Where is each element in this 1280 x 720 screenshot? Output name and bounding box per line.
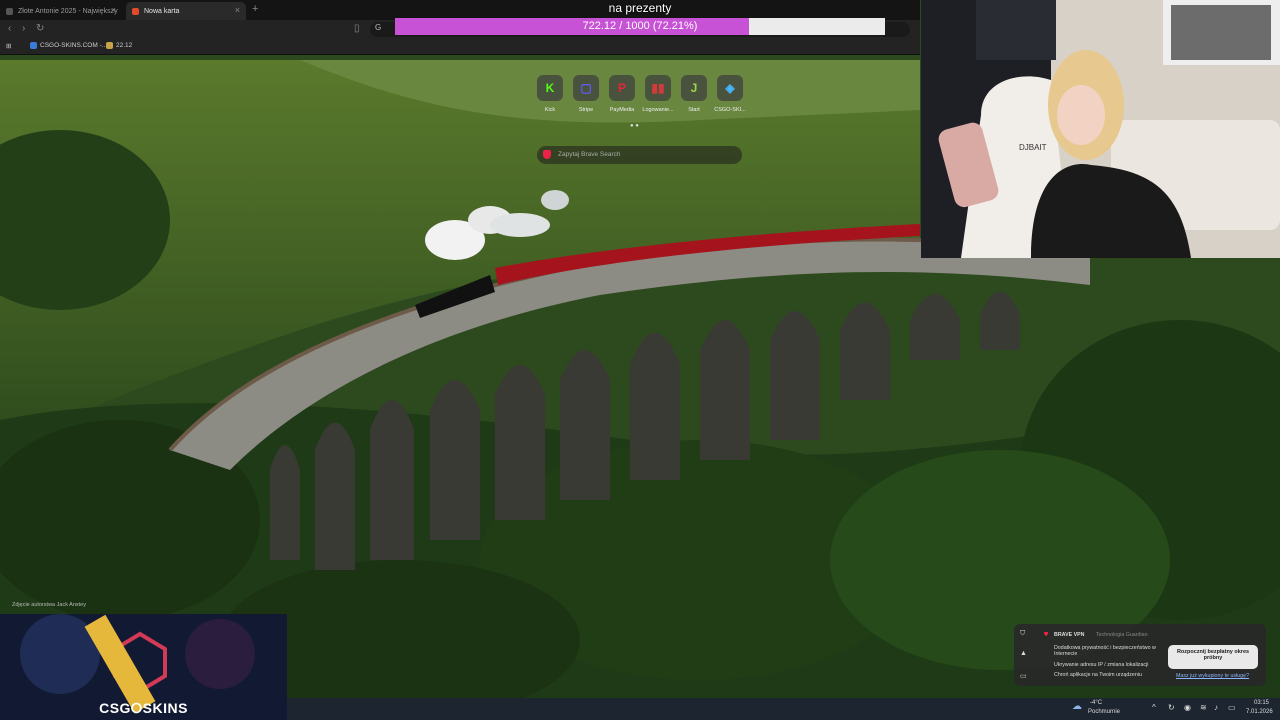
tab-new-tab[interactable]: Nowa karta ×	[126, 2, 246, 20]
weather-temp: -4°C	[1090, 700, 1103, 706]
speed-dial-label: Logowanie...	[642, 107, 674, 113]
tab-label: Złote Antonie 2025 - Największy	[18, 7, 118, 15]
speed-dial-tile[interactable]: J	[681, 75, 707, 101]
vpn-subtitle: Technologia Guardian	[1096, 632, 1148, 638]
webcam-feed: DJBAIT	[921, 0, 1280, 258]
clock-date[interactable]: 7.01.2026	[1246, 709, 1273, 715]
brave-icon	[132, 7, 139, 15]
brave-vpn-icon: ⛊	[1044, 632, 1048, 638]
speed-dial-tile[interactable]: K	[537, 75, 563, 101]
reload-icon[interactable]: ↻	[36, 23, 44, 34]
clock-time[interactable]: 03:15	[1254, 700, 1269, 706]
goal-progress-text: 722.12 / 1000 (72.21%)	[582, 20, 698, 32]
vpn-feature-1: Dodatkowa prywatność i bezpieczeństwo w …	[1054, 645, 1156, 657]
browser-tab-strip: Złote Antonie 2025 - Największy × Nowa k…	[0, 0, 920, 20]
speed-dial-label: Kick	[544, 107, 556, 113]
back-arrow-icon[interactable]: ‹	[8, 23, 11, 34]
vpn-feature-3: Chroń aplikacje na Twoim urządzeniu	[1054, 672, 1142, 678]
search-engine-icon: G	[375, 23, 382, 32]
speed-dial-tile[interactable]: ◈	[717, 75, 743, 101]
bookmarks-bar: ⊞ CSGO-SKINS.COM -... 22.12	[0, 40, 920, 55]
vpn-title: BRAVE VPN	[1054, 632, 1085, 638]
forward-arrow-icon[interactable]: ›	[22, 23, 25, 34]
stripe-icon: ▢	[580, 81, 592, 95]
kick-icon: K	[545, 81, 555, 95]
csgo-favicon-icon	[30, 42, 37, 49]
bookmark-icon[interactable]: ▯	[354, 23, 360, 34]
sync-icon[interactable]: ↻	[1168, 703, 1175, 712]
wifi-icon[interactable]: ≋	[1200, 703, 1207, 712]
bookmark-22-12[interactable]: 22.12	[106, 42, 132, 49]
csgo-icon: ◈	[725, 81, 735, 95]
bookmark-label: 22.12	[116, 42, 133, 49]
speed-dial-label: Start	[688, 107, 700, 113]
tab-label: Nowa karta	[144, 7, 180, 15]
bookmark-label: CSGO-SKINS.COM -...	[40, 42, 108, 49]
goal-title: na prezenty	[608, 1, 672, 15]
goal-progress-bar: 722.12 / 1000 (72.21%)	[395, 18, 885, 35]
tab-zlote-antonie[interactable]: Złote Antonie 2025 - Największy ×	[0, 2, 122, 20]
speed-dial-label: CSGO-SKI...	[714, 107, 746, 113]
paymedia-icon: P	[617, 81, 626, 95]
login-icon: ▮▮	[651, 81, 665, 95]
brave-shield-icon	[543, 150, 551, 159]
csgo-skins-logo: CSG⭘SKINS	[99, 700, 188, 716]
photo-credit: Zdjęcie autorstwa Jack Anstey	[12, 602, 86, 608]
new-tab-plus-icon[interactable]: +	[252, 3, 258, 15]
weather-cloud-icon: ☁	[1072, 701, 1082, 712]
weather-desc: Pochmurnie	[1088, 709, 1121, 715]
tab-favicon-icon	[6, 7, 13, 15]
speed-dial-tile[interactable]: ▮▮	[645, 75, 671, 101]
close-tab-icon[interactable]: ×	[235, 5, 240, 15]
tray-chevron-icon[interactable]: ^	[1152, 703, 1156, 712]
battery-icon[interactable]: ▭	[1228, 703, 1236, 712]
speed-dial-tile[interactable]: ▢	[573, 75, 599, 101]
bookmark-csgo-skins[interactable]: CSGO-SKINS.COM -...	[30, 42, 107, 49]
vpn-feature-2: Ukrywanie adresu IP / zmiana lokalizacji	[1054, 662, 1149, 668]
speed-dial-label: Stripe	[578, 107, 594, 113]
folder-icon	[106, 42, 113, 49]
speed-dial-label: PayMedia	[609, 107, 635, 113]
search-placeholder: Zapytaj Brave Search	[558, 151, 621, 158]
vpn-alert-icon: ▲	[1020, 650, 1027, 657]
speed-dial-tile[interactable]: P	[609, 75, 635, 101]
mic-icon[interactable]: ◉	[1184, 703, 1191, 712]
page-dots-icon[interactable]: ● ●	[630, 123, 639, 129]
apps-grid-icon[interactable]: ⊞	[6, 42, 11, 50]
windows-taskbar	[287, 698, 1280, 720]
vpn-shield-icon: ⛉	[1020, 630, 1026, 637]
volume-icon[interactable]: ♪	[1214, 703, 1218, 712]
start-icon: J	[690, 81, 698, 95]
close-tab-icon[interactable]: ×	[111, 5, 116, 15]
chair-brand-text: DJBAIT	[1019, 143, 1047, 152]
start-free-trial-button[interactable]: Rozpocznij bezpłatny okres próbny	[1168, 645, 1258, 669]
vpn-device-icon: ▭	[1020, 673, 1027, 680]
already-purchased-link[interactable]: Masz już wykupiony te usługę?	[1176, 673, 1249, 679]
